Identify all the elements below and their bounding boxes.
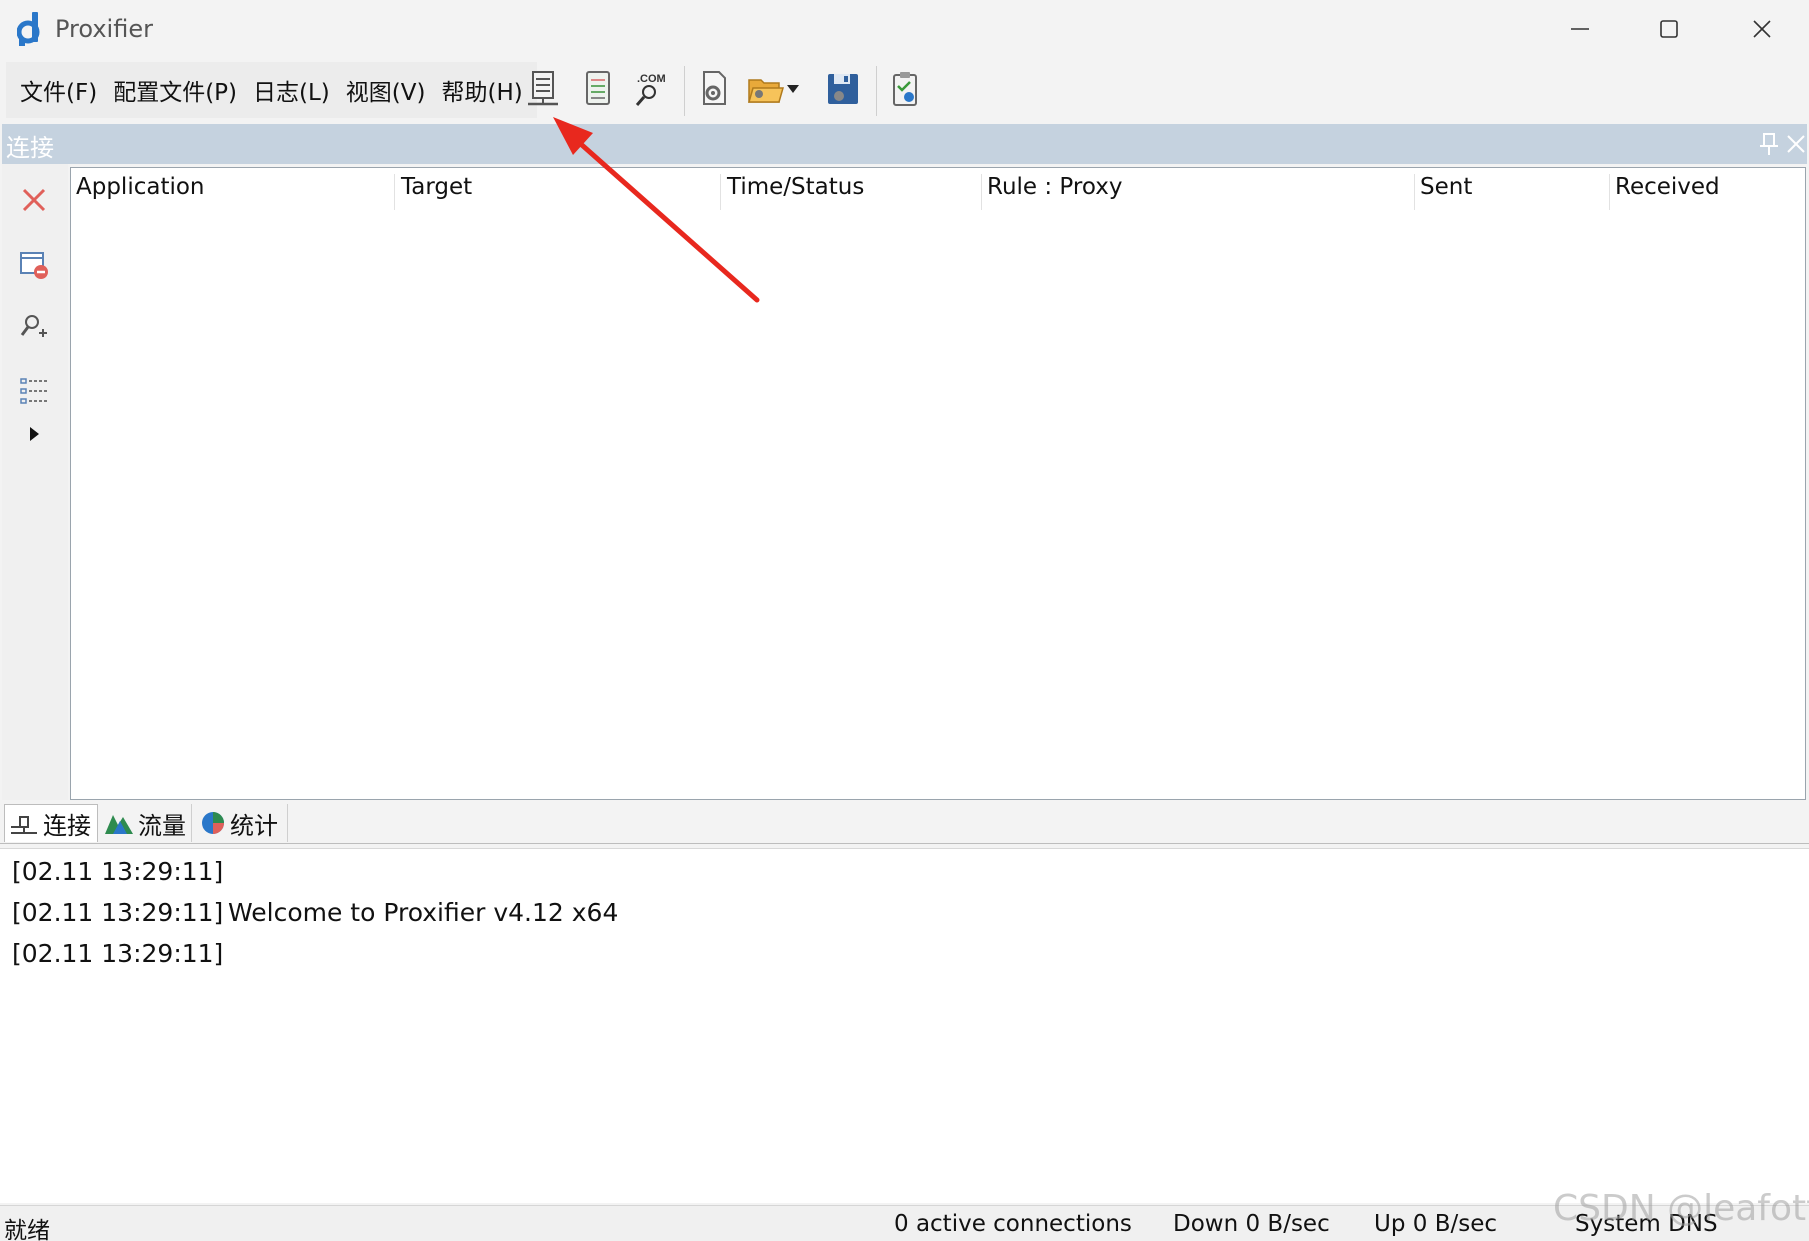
check-proxy-icon xyxy=(893,72,917,106)
log-entry: [02.11 13:29:11] xyxy=(12,939,223,975)
connections-panel-header: 连接 xyxy=(2,124,1807,164)
maximize-icon xyxy=(1660,20,1678,38)
tab-connections-label: 连接 xyxy=(43,812,91,840)
proxy-servers-button[interactable] xyxy=(520,66,566,112)
menu-help[interactable]: 帮助(H) xyxy=(433,73,530,107)
watermark: CSDN @leafotto xyxy=(1553,1188,1809,1229)
menu-strip: 文件(F) 配置文件(P) 日志(L) 视图(V) 帮助(H) xyxy=(6,62,537,118)
list-details-button[interactable] xyxy=(12,369,56,413)
bottom-tabs: 连接 流量 统计 xyxy=(0,802,1809,844)
dropdown-arrow-icon xyxy=(787,85,799,93)
menu-log[interactable]: 日志(L) xyxy=(245,73,338,107)
log-timestamp: [02.11 13:29:11] xyxy=(12,939,224,968)
toolbar-separator xyxy=(876,66,877,116)
status-connections: 0 active connections xyxy=(894,1211,1132,1237)
column-application[interactable]: Application xyxy=(71,174,395,210)
column-target[interactable]: Target xyxy=(396,174,721,210)
log-message: Welcome to Proxifier v4.12 x64 xyxy=(228,898,619,927)
check-proxy-button[interactable] xyxy=(883,66,929,112)
expand-button[interactable] xyxy=(12,412,56,456)
maximize-button[interactable] xyxy=(1624,0,1714,58)
advanced-settings-icon xyxy=(703,71,726,105)
title-bar: Proxifier xyxy=(0,0,1809,60)
menu-toolbar-bar: 文件(F) 配置文件(P) 日志(L) 视图(V) 帮助(H) .COM xyxy=(0,58,1809,122)
advanced-settings-button[interactable] xyxy=(691,66,737,112)
tab-connections[interactable]: 连接 xyxy=(4,804,98,842)
statistics-pie-icon xyxy=(202,812,224,834)
traffic-icon xyxy=(105,815,133,834)
menu-file[interactable]: 文件(F) xyxy=(12,73,105,107)
column-time-status[interactable]: Time/Status xyxy=(722,174,982,210)
column-sent[interactable]: Sent xyxy=(1415,174,1610,210)
log-timestamp: [02.11 13:29:11] xyxy=(12,857,224,886)
proxifier-logo-icon xyxy=(17,12,40,46)
save-profile-icon xyxy=(828,74,858,104)
connections-icon xyxy=(11,815,37,834)
close-connection-button[interactable] xyxy=(12,178,56,222)
side-toolbar xyxy=(2,164,68,800)
log-entry: [02.11 13:29:11] xyxy=(12,857,223,893)
status-bar: 就绪 0 active connections Down 0 B/sec Up … xyxy=(0,1205,1809,1241)
connections-table[interactable]: Application Target Time/Status Rule : Pr… xyxy=(70,167,1806,800)
toolbar-separator xyxy=(684,66,685,116)
proxification-rules-icon xyxy=(586,71,610,105)
tab-traffic[interactable]: 流量 xyxy=(100,804,192,842)
proxification-rules-button[interactable] xyxy=(575,66,621,112)
expand-arrow-icon xyxy=(30,427,39,441)
column-received[interactable]: Received xyxy=(1610,174,1805,210)
tab-statistics-label: 统计 xyxy=(230,811,278,840)
panel-close-icon[interactable] xyxy=(1785,132,1807,156)
menu-view[interactable]: 视图(V) xyxy=(338,73,434,107)
pin-icon[interactable] xyxy=(1758,132,1780,156)
close-button[interactable] xyxy=(1717,0,1807,58)
column-rule-proxy[interactable]: Rule : Proxy xyxy=(982,174,1415,210)
menu-profile[interactable]: 配置文件(P) xyxy=(105,73,245,107)
minimize-icon xyxy=(1571,28,1589,30)
open-profile-dropdown[interactable] xyxy=(778,66,808,112)
window-title: Proxifier xyxy=(55,15,153,43)
name-resolution-button[interactable]: .COM xyxy=(628,66,674,112)
minimize-button[interactable] xyxy=(1535,0,1625,58)
find-user-icon xyxy=(20,315,47,337)
tab-traffic-label: 流量 xyxy=(138,811,186,840)
tab-statistics[interactable]: 统计 xyxy=(196,804,288,842)
log-entry: [02.11 13:29:11] Welcome to Proxifier v4… xyxy=(12,898,618,934)
close-connection-icon xyxy=(22,188,46,212)
status-up-rate: Up 0 B/sec xyxy=(1374,1211,1497,1237)
save-profile-button[interactable] xyxy=(820,66,866,112)
remove-window-button[interactable] xyxy=(12,243,56,287)
status-ready: 就绪 xyxy=(4,1218,50,1241)
proxy-servers-icon xyxy=(528,71,558,106)
list-details-icon xyxy=(20,378,47,404)
status-down-rate: Down 0 B/sec xyxy=(1173,1211,1330,1237)
find-user-button[interactable] xyxy=(12,305,56,349)
log-timestamp: [02.11 13:29:11] xyxy=(12,898,224,927)
name-resolution-icon: .COM xyxy=(635,73,666,106)
panel-title: 连接 xyxy=(6,134,54,162)
svg-text:.COM: .COM xyxy=(637,73,666,85)
remove-window-icon xyxy=(20,252,48,279)
log-panel[interactable]: [02.11 13:29:11] [02.11 13:29:11] Welcom… xyxy=(0,848,1809,1203)
close-icon xyxy=(1753,20,1771,38)
